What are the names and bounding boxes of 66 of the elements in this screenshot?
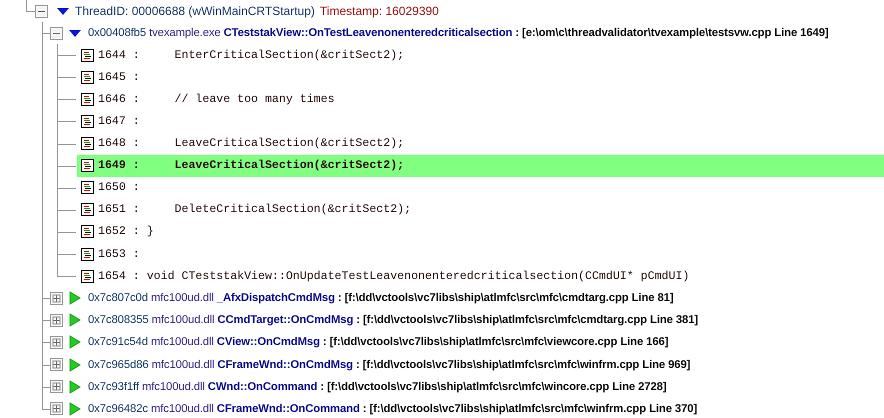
source-line[interactable]: 1645 : [77, 66, 884, 88]
expand-icon[interactable] [50, 358, 63, 372]
right-triangle-icon [68, 291, 82, 306]
module-name: mfc100ud.dll [152, 314, 214, 326]
source-line[interactable]: 1644 : EnterCriticalSection(&critSect2); [77, 44, 884, 66]
expand-icon[interactable] [50, 336, 63, 349]
frame-address: 0x7c807c0d [88, 292, 148, 304]
module-name: mfc100ud.dll [152, 358, 214, 371]
function-name: CFrameWnd::OnCommand [216, 402, 360, 415]
collapse-icon[interactable] [35, 4, 48, 18]
timestamp: Timestamp: 16029390 [320, 4, 439, 18]
source-line[interactable]: 1650 : [77, 176, 884, 199]
module-name: mfc100ud.dll [150, 336, 214, 348]
frame-address: 0x7c93f1ff [88, 380, 139, 393]
source-file-icon [81, 70, 94, 84]
right-triangle-icon [68, 402, 82, 416]
source-line[interactable]: 1652 : } [77, 220, 884, 244]
source-line[interactable]: 1647 : [77, 110, 884, 133]
source-location: : [f:\dd\vctools\vc7libs\ship\atlmfc\src\mfc\cmdtarg.cpp Line 81] [338, 292, 674, 304]
source-line[interactable]: 1654 : void CTeststakView::OnUpdateTestLeavenonenteredcriticalsection(CCmdUI* pCmdUI) [77, 265, 884, 288]
right-triangle-icon [68, 380, 82, 394]
source-file-icon [81, 181, 94, 194]
expand-icon[interactable] [50, 314, 63, 327]
source-location: : [e:\om\c\threadvalidator\tvexample\testsvw.cpp Line 1649] [515, 27, 829, 40]
source-location: : [f:\dd\vctools\vc7libs\ship\atlmfc\src\mfc\viewcore.cpp Line 166] [322, 336, 668, 348]
function-name: CCmdTarget::OnCmdMsg [217, 314, 354, 326]
module-name: mfc100ud.dll [150, 402, 214, 415]
source-file-icon [81, 203, 94, 216]
right-triangle-icon [68, 335, 82, 350]
module-name: tvexample.exe [149, 27, 221, 40]
source-line[interactable]: 1653 : [77, 243, 884, 266]
module-name: mfc100ud.dll [150, 292, 214, 304]
source-location: : [f:\dd\vctools\vc7libs\ship\atlmfc\src\mfc\cmdtarg.cpp Line 381] [356, 314, 698, 326]
expand-icon[interactable] [50, 380, 63, 394]
function-name: CFrameWnd::OnCmdMsg [217, 358, 353, 371]
source-file-icon [81, 137, 94, 150]
frame-address: 0x7c808355 [88, 314, 149, 326]
source-location: : [f:\dd\vctools\vc7libs\ship\atlmfc\src\mfc\winfrm.cpp Line 969] [356, 358, 690, 371]
source-file-icon [81, 48, 94, 62]
frame-address: 0x7c96482c [88, 402, 148, 415]
down-triangle-icon [56, 5, 70, 18]
source-line[interactable]: 1651 : DeleteCriticalSection(&critSect2); [77, 198, 884, 221]
expand-icon[interactable] [50, 402, 63, 416]
collapse-icon[interactable] [50, 26, 63, 40]
function-name: CView::OnCmdMsg [216, 336, 320, 348]
source-file-icon [81, 248, 94, 261]
source-location: : [f:\dd\vctools\vc7libs\ship\atlmfc\src\mfc\wincore.cpp Line 2728] [320, 380, 666, 393]
source-file-icon [81, 92, 94, 106]
frame-address: 0x7c965d86 [88, 358, 149, 371]
source-line[interactable]: 1646 : // leave too many times [77, 88, 884, 110]
source-file-icon [81, 225, 94, 238]
source-line[interactable]: 1648 : LeaveCriticalSection(&critSect2); [77, 132, 884, 155]
frame-address: 0x7c91c54d [88, 336, 148, 348]
right-triangle-icon [68, 313, 82, 328]
frame-address: 0x00408fb5 [88, 27, 146, 40]
expand-icon[interactable] [50, 292, 63, 305]
source-file-icon [81, 159, 94, 172]
function-name: CTeststakView::OnTestLeavenonenteredcriticalsection [224, 27, 512, 40]
source-location: : [f:\dd\vctools\vc7libs\ship\atlmfc\src\mfc\winfrm.cpp Line 370] [362, 402, 698, 415]
function-name: _AfxDispatchCmdMsg [216, 292, 335, 304]
source-file-icon [81, 115, 94, 128]
source-file-icon [81, 270, 94, 283]
module-name: mfc100ud.dll [142, 380, 205, 393]
right-triangle-icon [68, 358, 82, 372]
thread-id: ThreadID: 00006688 (wWinMainCRTStartup) [75, 4, 315, 18]
function-name: CWnd::OnCommand [208, 380, 318, 393]
